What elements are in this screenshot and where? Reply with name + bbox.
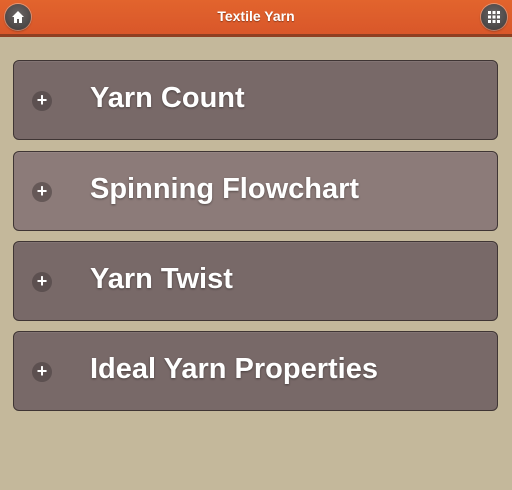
menu-button[interactable] <box>481 4 507 30</box>
menu-item-spinning-flowchart[interactable]: + Spinning Flowchart <box>13 151 498 231</box>
page-title: Textile Yarn <box>217 8 295 24</box>
plus-icon: + <box>32 91 52 111</box>
plus-icon: + <box>32 182 52 202</box>
menu-item-label: Yarn Count <box>90 82 245 114</box>
menu-item-label: Yarn Twist <box>90 263 233 295</box>
menu-item-label: Ideal Yarn Properties <box>90 353 378 385</box>
grid-icon <box>488 11 500 23</box>
plus-icon: + <box>32 362 52 382</box>
menu-item-yarn-twist[interactable]: + Yarn Twist <box>13 241 498 321</box>
menu-item-ideal-yarn-properties[interactable]: + Ideal Yarn Properties <box>13 331 498 411</box>
menu-item-yarn-count[interactable]: + Yarn Count <box>13 60 498 140</box>
plus-icon: + <box>32 272 52 292</box>
menu-item-label: Spinning Flowchart <box>90 173 360 205</box>
app-header: Textile Yarn <box>0 0 512 37</box>
